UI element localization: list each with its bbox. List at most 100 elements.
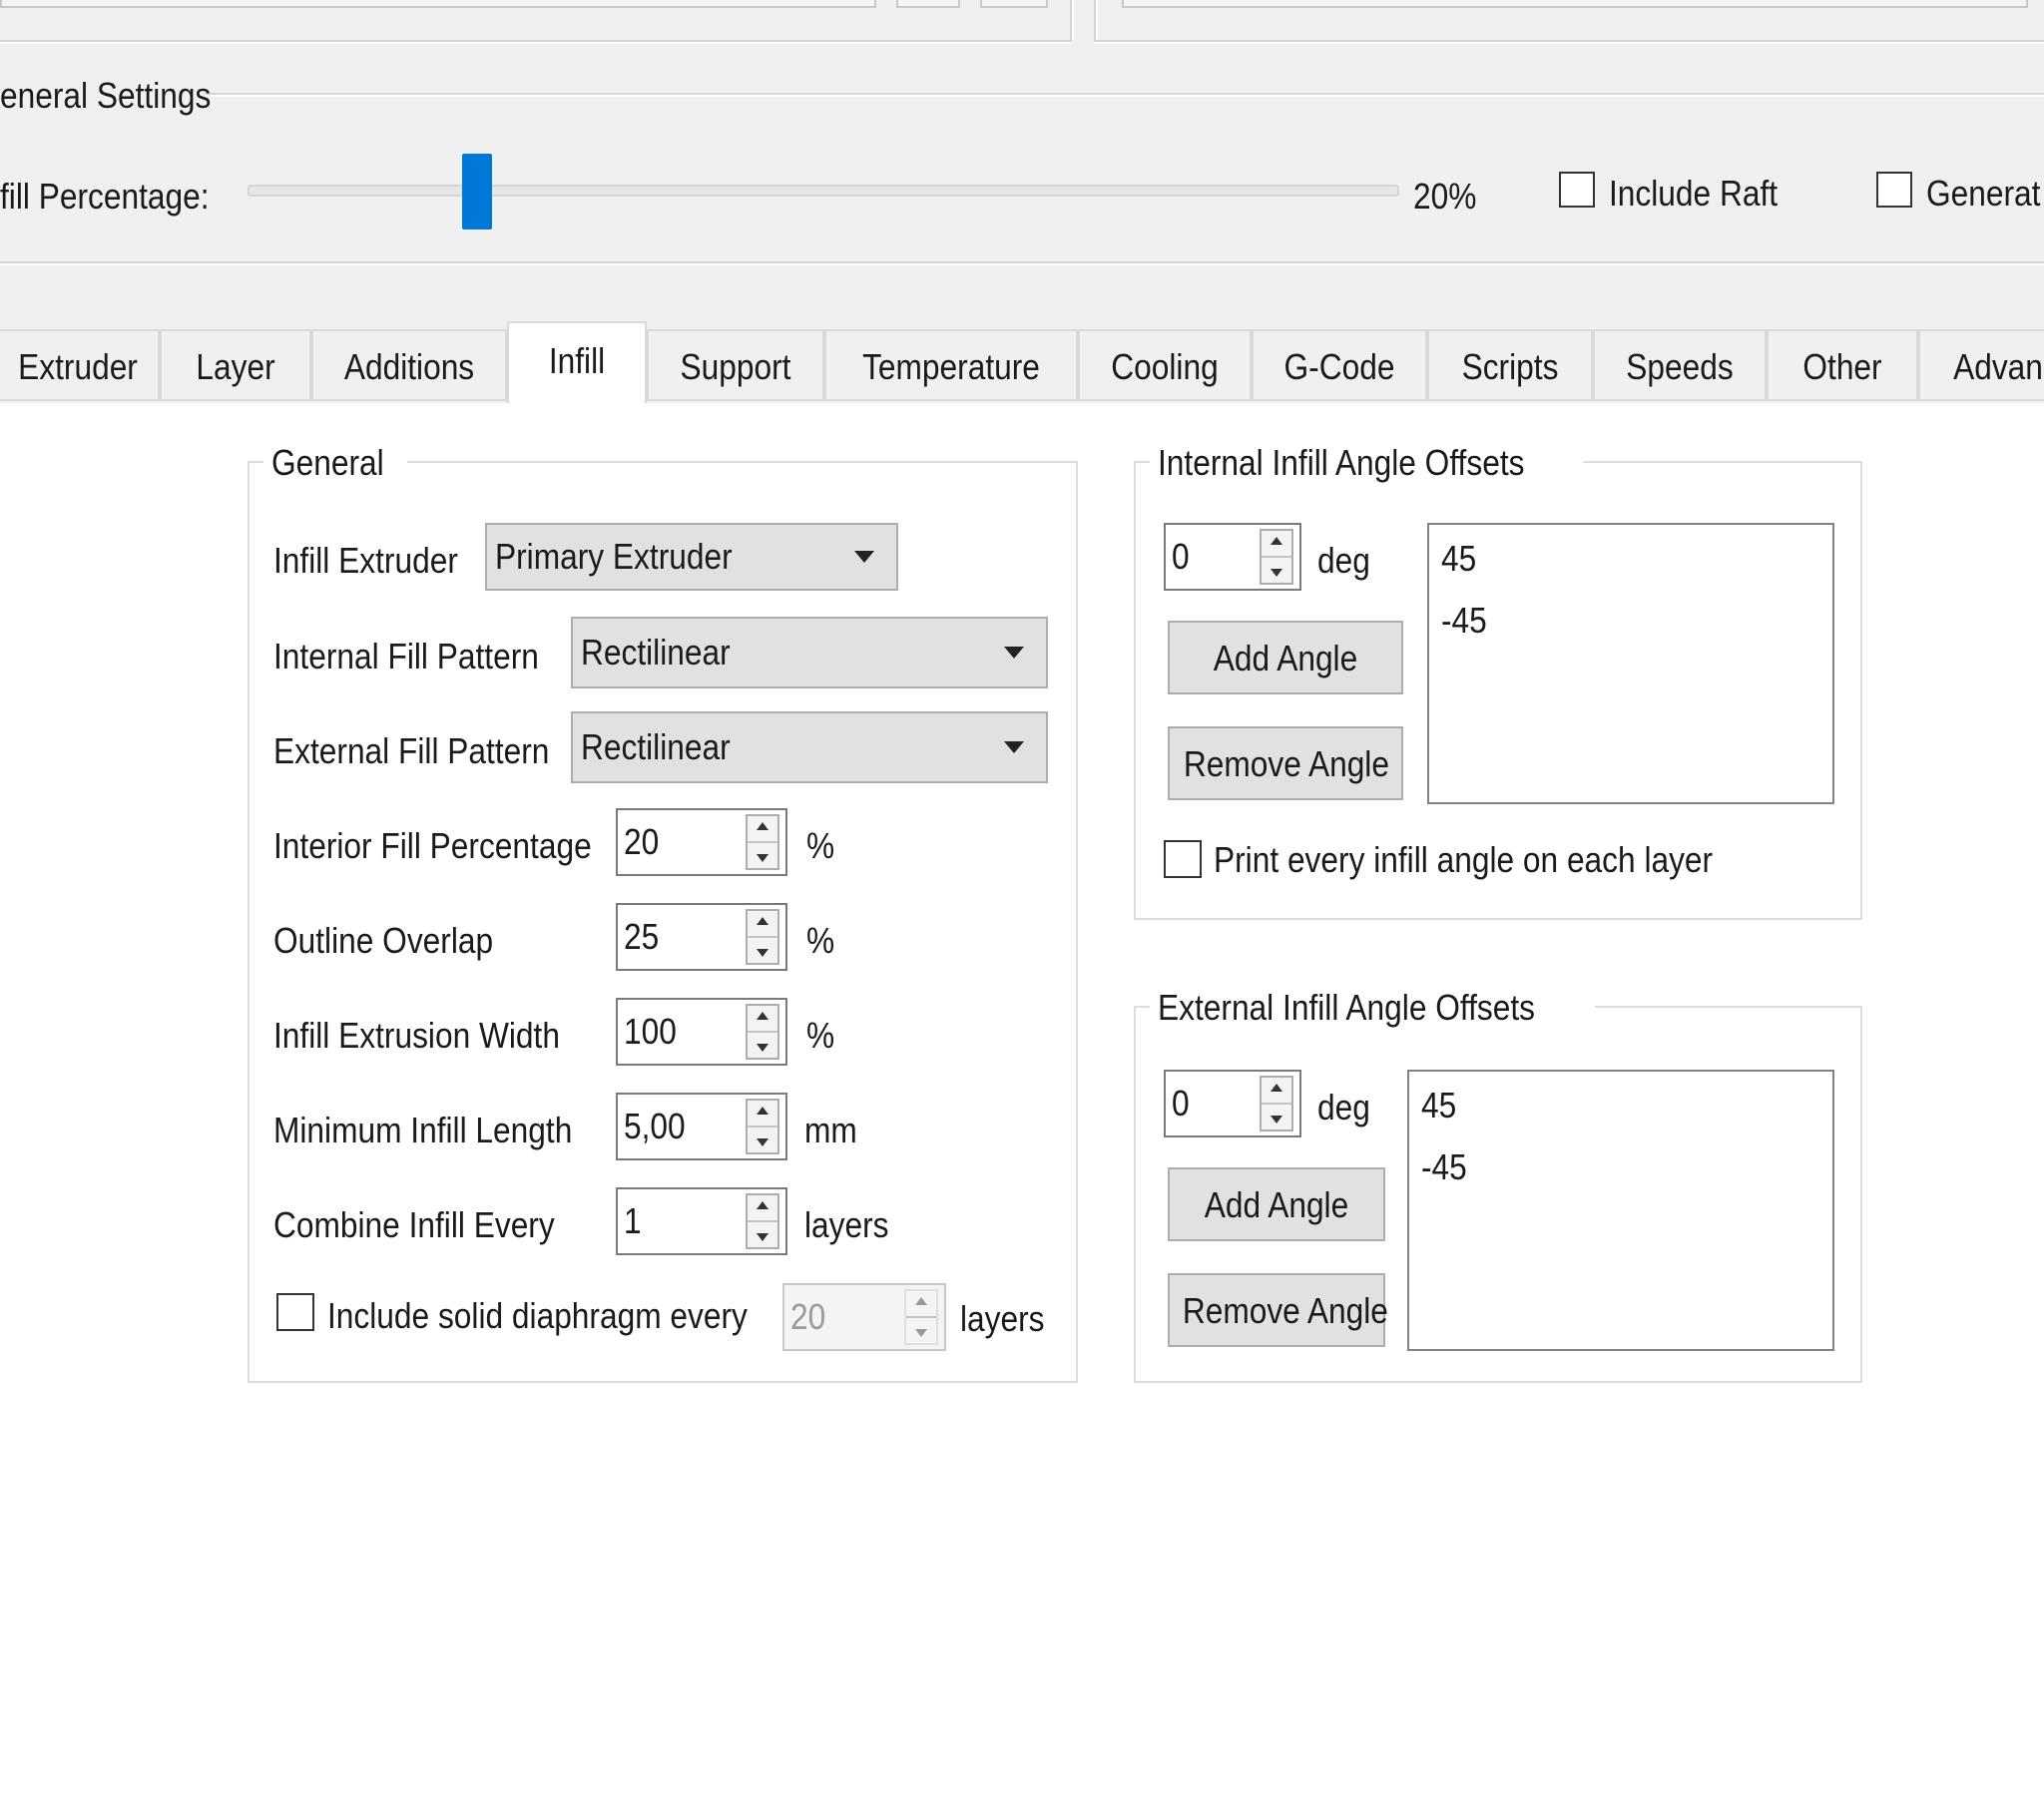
tab-scripts[interactable]: Scripts: [1427, 329, 1593, 399]
profile-add-button[interactable]: [896, 0, 960, 8]
general-settings-title: eneral Settings: [0, 75, 212, 116]
spin-down-icon: [757, 1233, 768, 1241]
internal-fill-pattern-select[interactable]: Rectilinear: [571, 617, 1048, 688]
tab-temperature[interactable]: Temperature: [824, 329, 1078, 399]
include-raft-label: Include Raft: [1609, 173, 1779, 214]
tab-label: Additions: [343, 346, 475, 387]
tab-speeds[interactable]: Speeds: [1593, 329, 1767, 399]
spin-buttons[interactable]: [746, 814, 779, 870]
tab-support[interactable]: Support: [647, 329, 824, 399]
fill-percentage-label: fill Percentage:: [0, 176, 210, 217]
spin-down-icon: [757, 1044, 768, 1052]
external-fill-pattern-value: Rectilinear: [581, 726, 731, 767]
tab-bar: Extruder Layer Additions Infill Support …: [0, 321, 2044, 403]
profile-combo[interactable]: [0, 0, 876, 8]
list-item[interactable]: 45: [1421, 1084, 1456, 1128]
internal-angle-spinbox[interactable]: 0: [1164, 523, 1301, 591]
tab-cooling[interactable]: Cooling: [1078, 329, 1252, 399]
external-add-angle-button[interactable]: Add Angle: [1168, 1167, 1385, 1241]
minimum-infill-length-spinbox[interactable]: 5,00: [616, 1093, 787, 1160]
interior-fill-percentage-spinbox[interactable]: 20: [616, 808, 787, 876]
minimum-infill-length-unit: mm: [804, 1110, 857, 1150]
combine-infill-every-spinbox[interactable]: 1: [616, 1187, 787, 1255]
tab-label: Advan: [1953, 346, 2043, 387]
spin-buttons[interactable]: [1260, 529, 1293, 585]
print-every-angle-checkbox[interactable]: [1164, 840, 1202, 878]
tab-other[interactable]: Other: [1767, 329, 1918, 399]
general-group-title: General: [263, 441, 408, 485]
general-settings-frame-bottom: [0, 261, 2044, 265]
include-raft-checkbox[interactable]: [1559, 172, 1595, 208]
button-label: Add Angle: [1213, 638, 1358, 678]
spin-buttons[interactable]: [746, 1193, 779, 1249]
chevron-down-icon: [1004, 741, 1024, 753]
combine-infill-every-value: 1: [624, 1200, 642, 1241]
spin-buttons[interactable]: [746, 909, 779, 965]
spin-down-icon: [757, 949, 768, 957]
list-item[interactable]: -45: [1441, 599, 1487, 643]
external-angles-list[interactable]: 45 -45: [1407, 1070, 1834, 1351]
infill-extrusion-width-unit: %: [806, 1015, 835, 1056]
spin-buttons[interactable]: [1260, 1076, 1293, 1131]
combine-infill-every-label: Combine Infill Every: [273, 1204, 555, 1245]
tab-label: G-Code: [1283, 346, 1395, 387]
fill-percentage-slider-thumb[interactable]: [462, 154, 492, 229]
tab-additions[interactable]: Additions: [311, 329, 507, 399]
button-label: Add Angle: [1204, 1184, 1349, 1225]
profile-remove-button[interactable]: [980, 0, 1048, 8]
spin-buttons[interactable]: [746, 1004, 779, 1060]
diaphragm-layers-spinbox[interactable]: 20: [782, 1283, 946, 1351]
spin-up-icon: [757, 1012, 768, 1020]
include-solid-diaphragm-label: Include solid diaphragm every: [327, 1295, 748, 1336]
tab-infill[interactable]: Infill: [507, 321, 647, 403]
spin-down-icon: [1271, 569, 1282, 577]
internal-add-angle-button[interactable]: Add Angle: [1168, 621, 1403, 694]
spin-buttons[interactable]: [746, 1099, 779, 1154]
list-item[interactable]: -45: [1421, 1145, 1467, 1189]
infill-extruder-label: Infill Extruder: [273, 540, 458, 581]
top-divider-2: [1094, 0, 1098, 40]
infill-extruder-select[interactable]: Primary Extruder: [485, 523, 898, 591]
tab-gcode[interactable]: G-Code: [1252, 329, 1427, 399]
external-angle-spinbox[interactable]: 0: [1164, 1070, 1301, 1137]
external-angle-offsets-title: External Infill Angle Offsets: [1150, 986, 1595, 1030]
diaphragm-layers-unit: layers: [960, 1298, 1045, 1339]
tab-label: Other: [1802, 346, 1882, 387]
outline-overlap-spinbox[interactable]: 25: [616, 903, 787, 971]
spin-down-icon: [757, 1138, 768, 1146]
spin-up-icon: [1271, 537, 1282, 545]
minimum-infill-length-label: Minimum Infill Length: [273, 1110, 573, 1150]
internal-angle-value: 0: [1172, 536, 1190, 577]
tab-advanced[interactable]: Advan: [1918, 329, 2044, 399]
infill-extrusion-width-spinbox[interactable]: 100: [616, 998, 787, 1066]
spin-up-icon: [1271, 1084, 1282, 1092]
tab-label: Layer: [196, 346, 275, 387]
minimum-infill-length-value: 5,00: [624, 1106, 686, 1146]
internal-angles-list[interactable]: 45 -45: [1427, 523, 1834, 804]
external-remove-angle-button[interactable]: Remove Angle: [1168, 1273, 1388, 1347]
outline-overlap-unit: %: [806, 920, 835, 961]
outline-overlap-label: Outline Overlap: [273, 920, 494, 961]
fill-percentage-value: 20%: [1413, 176, 1477, 217]
fill-percentage-slider[interactable]: [248, 185, 1399, 197]
top-separator: [0, 40, 1072, 44]
include-solid-diaphragm-checkbox[interactable]: [276, 1293, 314, 1331]
internal-angle-unit: deg: [1317, 540, 1370, 581]
process-combo[interactable]: [1122, 0, 2028, 8]
infill-extruder-value: Primary Extruder: [495, 536, 733, 577]
tab-label: Support: [680, 346, 791, 387]
interior-fill-percentage-unit: %: [806, 825, 835, 866]
infill-extrusion-width-value: 100: [624, 1011, 677, 1052]
print-every-angle-label: Print every infill angle on each layer: [1214, 839, 1714, 880]
spin-down-icon: [915, 1329, 927, 1337]
external-fill-pattern-select[interactable]: Rectilinear: [571, 711, 1048, 783]
internal-remove-angle-button[interactable]: Remove Angle: [1168, 726, 1403, 800]
spin-up-icon: [757, 822, 768, 830]
tab-layer[interactable]: Layer: [160, 329, 311, 399]
tab-baseline: [0, 399, 2044, 401]
spin-buttons[interactable]: [904, 1289, 938, 1345]
list-item[interactable]: 45: [1441, 537, 1476, 581]
external-fill-pattern-label: External Fill Pattern: [273, 730, 550, 771]
generate-support-checkbox[interactable]: [1876, 172, 1912, 208]
tab-extruder[interactable]: Extruder: [0, 329, 160, 399]
